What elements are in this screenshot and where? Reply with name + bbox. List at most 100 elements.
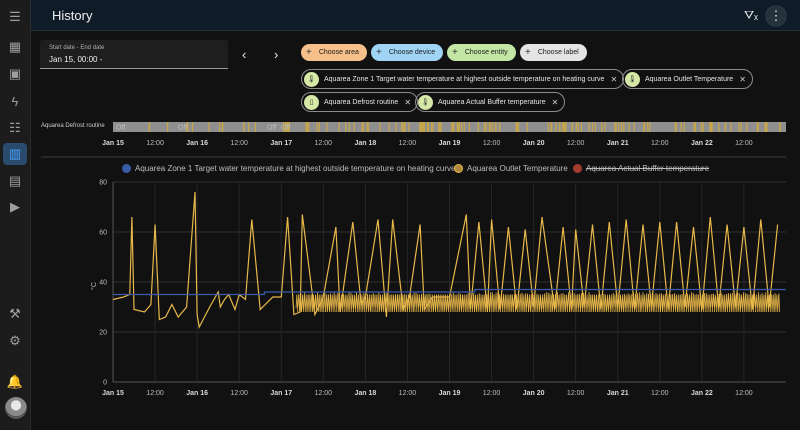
series-segment-outlet-temperature <box>463 296 466 313</box>
series-segment-outlet-temperature <box>612 292 615 313</box>
timeline-segment <box>167 122 169 132</box>
series-segment-outlet-temperature <box>477 296 479 313</box>
timeline-segment <box>187 122 189 132</box>
series-segment-outlet-temperature <box>517 295 520 313</box>
series-segment-outlet-temperature <box>705 292 708 313</box>
timeline-segment <box>453 122 455 132</box>
series-segment-outlet-temperature <box>709 295 712 313</box>
series-segment-outlet-temperature <box>543 293 546 313</box>
series-segment-outlet-temperature <box>716 294 718 309</box>
x-tick-label: Jan 17 <box>270 390 292 397</box>
timeline-segment <box>248 122 250 132</box>
timeline-segment <box>430 122 433 132</box>
timeline-segment <box>432 122 434 132</box>
timeline-segment <box>571 122 573 132</box>
series-segment-outlet-temperature <box>607 296 609 313</box>
timeline-segment <box>379 122 381 132</box>
series-segment-outlet-temperature <box>429 294 432 309</box>
timeline-segment <box>588 122 590 132</box>
timeline-segment <box>483 122 485 132</box>
series-segment-outlet-temperature <box>462 294 464 313</box>
series-segment-outlet-temperature <box>642 292 645 313</box>
timeline-segment <box>338 122 340 132</box>
timeline-segment <box>422 122 425 132</box>
series-segment-outlet-temperature <box>356 292 358 313</box>
timeline-x-tick-label: Jan 16 <box>186 140 208 147</box>
timeline-state-label: Off <box>116 125 125 132</box>
timeline-segment <box>437 122 440 132</box>
timeline-segment <box>305 122 307 132</box>
series-segment-outlet-temperature <box>495 292 498 313</box>
series-segment-outlet-temperature <box>648 293 650 313</box>
timeline-segment <box>577 122 579 132</box>
timeline-segment <box>420 122 422 132</box>
timeline-segment <box>746 122 748 132</box>
timeline-segment <box>702 122 704 132</box>
timeline-segment <box>559 122 561 132</box>
timeline-segment <box>308 122 310 132</box>
y-tick-label: 20 <box>99 330 107 337</box>
timeline-segment <box>492 122 494 132</box>
series-segment-outlet-temperature <box>703 292 706 313</box>
timeline-segment <box>424 122 426 132</box>
timeline-segment <box>345 122 347 132</box>
timeline-segment <box>348 122 350 132</box>
series-segment-outlet-temperature <box>553 294 555 313</box>
series-segment-outlet-temperature <box>640 296 643 313</box>
timeline-segment <box>550 122 552 132</box>
timeline-segment <box>614 122 616 132</box>
series-segment-outlet-temperature <box>476 294 478 311</box>
x-tick-label: Jan 18 <box>354 390 376 397</box>
timeline-segment <box>680 122 682 132</box>
timeline-x-tick-label: Jan 15 <box>102 140 124 147</box>
timeline-segment <box>700 122 702 132</box>
timeline-segment <box>565 122 567 132</box>
timeline-segment <box>440 122 442 132</box>
series-segment-outlet-temperature <box>479 294 482 311</box>
series-segment-outlet-temperature <box>755 294 757 308</box>
timeline-x-tick-label: 12:00 <box>230 140 248 147</box>
series-segment-outlet-temperature <box>428 293 431 313</box>
timeline-segment <box>516 122 518 132</box>
timeline-segment <box>388 122 390 132</box>
y-tick-label: 0 <box>103 380 107 387</box>
series-segment-outlet-temperature <box>696 294 699 313</box>
series-segment-outlet-temperature <box>580 294 582 311</box>
timeline-segment <box>395 122 397 132</box>
series-segment-outlet-temperature <box>585 294 588 310</box>
timeline-segment <box>683 122 685 132</box>
series-segment-outlet-temperature <box>713 293 715 313</box>
timeline-segment <box>254 122 256 132</box>
timeline-segment <box>316 122 318 132</box>
series-segment-outlet-temperature <box>354 296 356 313</box>
timeline-segment <box>601 122 603 132</box>
x-tick-label: 12:00 <box>315 390 333 397</box>
series-segment-outlet-temperature <box>754 293 756 313</box>
timeline-segment <box>718 122 720 132</box>
series-segment-outlet-temperature <box>577 294 580 313</box>
timeline-state-label: Off <box>281 125 290 132</box>
timeline-x-tick-label: Jan 21 <box>607 140 629 147</box>
timeline-segment <box>724 122 727 132</box>
timeline-segment <box>402 122 404 132</box>
series-segment-outlet-temperature <box>503 294 505 313</box>
timeline-segment <box>615 122 617 132</box>
timeline-segment <box>563 122 565 132</box>
y-tick-label: 40 <box>99 280 107 287</box>
series-segment-outlet-temperature <box>541 294 543 310</box>
series-segment-outlet-temperature <box>469 295 472 313</box>
series-segment-outlet-temperature <box>670 294 673 313</box>
timeline-segment <box>468 122 471 132</box>
timeline-segment <box>439 122 441 132</box>
timeline-segment <box>427 122 429 132</box>
series-segment-outlet-temperature <box>333 292 336 313</box>
x-tick-label: Jan 16 <box>186 390 208 397</box>
timeline-x-tick-label: 12:00 <box>651 140 669 147</box>
x-tick-label: Jan 20 <box>523 390 545 397</box>
series-segment-outlet-temperature <box>417 294 420 313</box>
series-segment-outlet-temperature <box>480 296 483 313</box>
series-segment-outlet-temperature <box>629 295 632 313</box>
timeline-segment <box>362 122 364 132</box>
x-tick-label: 12:00 <box>567 390 585 397</box>
series-segment-outlet-temperature <box>350 292 353 313</box>
